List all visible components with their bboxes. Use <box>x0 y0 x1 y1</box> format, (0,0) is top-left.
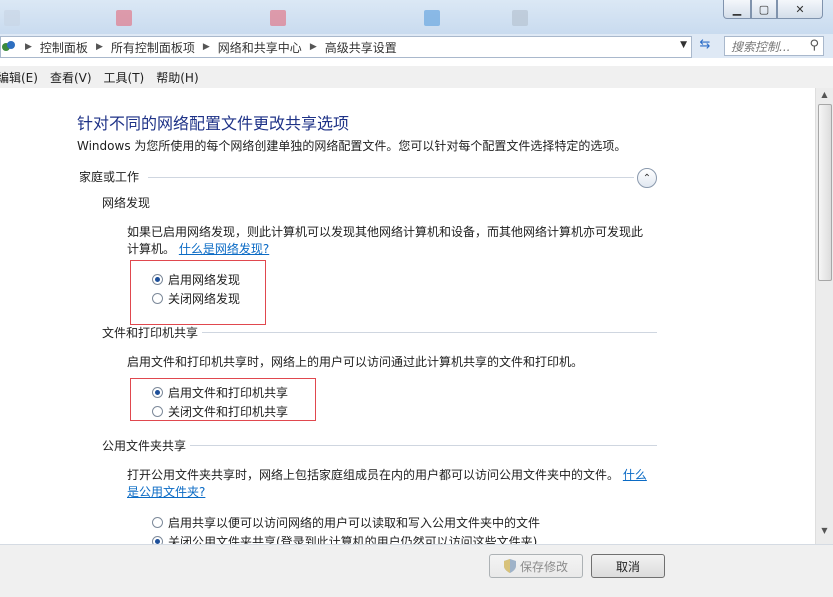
radio-button[interactable] <box>152 293 163 304</box>
chevron-right-icon: ▶ <box>95 42 103 52</box>
app-icon <box>116 10 132 26</box>
network-discovery-text-line1: 如果已启用网络发现，则此计算机可以发现其他网络计算机和设备，而其他网络计算机亦可… <box>127 225 644 239</box>
radio-disable-file-printer-sharing[interactable]: 关闭文件和打印机共享 <box>152 403 288 420</box>
radio-label: 关闭文件和打印机共享 <box>168 405 289 419</box>
app-icon <box>512 10 528 26</box>
radio-enable-network-discovery[interactable]: 启用网络发现 <box>152 271 240 288</box>
address-bar: ▶ 控制面板 ▶ 所有控制面板项 ▶ 网络和共享中心 ▶ 高级共享设置 ▼ ⇆ … <box>0 34 833 58</box>
app-icon <box>270 10 286 26</box>
breadcrumb-item[interactable]: 控制面板 <box>40 39 88 56</box>
scrollbar-thumb[interactable] <box>818 104 832 281</box>
app-icon <box>4 10 20 26</box>
close-button[interactable]: ✕ <box>777 0 823 19</box>
menu-edit[interactable]: 编辑(E) <box>0 69 38 86</box>
radio-button[interactable] <box>152 406 163 417</box>
settings-content: 针对不同的网络配置文件更改共享选项 Windows 为您所使用的每个网络创建单独… <box>0 88 815 544</box>
radio-button[interactable] <box>152 517 163 528</box>
refresh-button[interactable]: ⇆ <box>694 37 716 55</box>
taskbar-tab-5 <box>512 8 534 28</box>
radio-button-checked[interactable] <box>152 387 163 398</box>
section-title-public-folder-sharing: 公用文件夹共享 <box>102 439 187 453</box>
radio-label: 关闭网络发现 <box>168 292 241 306</box>
save-changes-label: 保存修改 <box>519 559 568 574</box>
network-discovery-text-line2: 计算机。 <box>127 242 176 256</box>
radio-button-checked[interactable] <box>152 274 163 285</box>
taskbar-tab-4 <box>424 8 446 28</box>
maximize-button[interactable]: ▢ <box>751 0 777 19</box>
taskbar-tab-3 <box>270 8 292 28</box>
taskbar-tab-1 <box>4 8 26 28</box>
breadcrumb-item[interactable]: 网络和共享中心 <box>218 39 302 56</box>
radio-label: 启用网络发现 <box>168 273 241 287</box>
app-icon <box>424 10 440 26</box>
breadcrumb-item[interactable]: 所有控制面板项 <box>111 39 195 56</box>
breadcrumb-item[interactable]: 高级共享设置 <box>325 39 397 56</box>
chevron-right-icon: ▶ <box>25 42 32 52</box>
cancel-button[interactable]: 取消 <box>591 554 665 578</box>
network-discovery-text: 如果已启用网络发现，则此计算机可以发现其他网络计算机和设备，而其他网络计算机亦可… <box>127 224 643 258</box>
public-folder-text-line1: 打开公用文件夹共享时，网络上包括家庭组成员在内的用户都可以访问公用文件夹中的文件… <box>127 468 620 482</box>
page-description: Windows 为您所使用的每个网络创建单独的网络配置文件。您可以针对每个配置文… <box>77 139 627 153</box>
section-title-network-discovery: 网络发现 <box>102 196 151 210</box>
collapse-button[interactable]: ⌃ <box>637 168 657 188</box>
vertical-scrollbar[interactable]: ▲ ▼ <box>815 88 833 544</box>
radio-disable-network-discovery[interactable]: 关闭网络发现 <box>152 290 240 307</box>
profile-label: 家庭或工作 <box>79 170 140 184</box>
public-folder-help-link-part2[interactable]: 是公用文件夹? <box>127 485 205 499</box>
minimize-icon: ▁ <box>732 2 742 16</box>
page-title: 针对不同的网络配置文件更改共享选项 <box>77 114 350 133</box>
window-controls: ▁ ▢ ✕ <box>723 0 823 19</box>
menu-bar: 编辑(E) 查看(V) 工具(T) 帮助(H) <box>0 66 833 89</box>
save-changes-button[interactable]: 保存修改 <box>489 554 583 578</box>
file-printer-sharing-text: 启用文件和打印机共享时，网络上的用户可以访问通过此计算机共享的文件和打印机。 <box>127 355 584 369</box>
shield-icon <box>503 559 516 573</box>
footer-bar: 保存修改 取消 <box>0 544 833 597</box>
chevron-down-icon[interactable]: ▼ <box>680 40 687 50</box>
menu-tools[interactable]: 工具(T) <box>104 69 145 86</box>
section-title-file-printer-sharing: 文件和打印机共享 <box>102 326 199 340</box>
menu-help[interactable]: 帮助(H) <box>156 69 198 86</box>
divider <box>190 445 657 446</box>
chevron-right-icon: ▶ <box>309 42 317 52</box>
chevron-up-icon: ⌃ <box>642 172 652 184</box>
divider <box>148 177 634 178</box>
scroll-down-icon[interactable]: ▼ <box>816 526 833 542</box>
radio-enable-file-printer-sharing[interactable]: 启用文件和打印机共享 <box>152 384 288 401</box>
maximize-icon: ▢ <box>758 2 770 16</box>
control-panel-icon <box>2 41 15 51</box>
close-icon: ✕ <box>795 2 805 16</box>
network-discovery-help-link[interactable]: 什么是网络发现? <box>179 242 269 256</box>
breadcrumb[interactable]: ▶ 控制面板 ▶ 所有控制面板项 ▶ 网络和共享中心 ▶ 高级共享设置 ▼ <box>0 36 692 58</box>
radio-label: 启用文件和打印机共享 <box>168 386 289 400</box>
divider <box>202 332 657 333</box>
radio-enable-public-folder-sharing[interactable]: 启用共享以便可以访问网络的用户可以读取和写入公用文件夹中的文件 <box>152 514 540 531</box>
public-folder-help-link-part1[interactable]: 什么 <box>623 468 647 482</box>
radio-label: 启用共享以便可以访问网络的用户可以读取和写入公用文件夹中的文件 <box>168 516 541 530</box>
window-title-bar: ▁ ▢ ✕ <box>0 0 833 34</box>
taskbar-tab-2 <box>116 8 138 28</box>
menu-view[interactable]: 查看(V) <box>50 69 92 86</box>
search-placeholder: 搜索控制... <box>731 39 791 54</box>
chevron-right-icon: ▶ <box>202 42 210 52</box>
radio-label: 关闭公用文件夹共享(登录到此计算机的用户仍然可以访问这些文件夹) <box>168 535 538 544</box>
search-input[interactable]: 搜索控制... ⚲ <box>724 36 824 56</box>
minimize-button[interactable]: ▁ <box>723 0 751 19</box>
refresh-icon: ⇆ <box>699 37 711 52</box>
public-folder-sharing-text: 打开公用文件夹共享时，网络上包括家庭组成员在内的用户都可以访问公用文件夹中的文件… <box>127 467 647 501</box>
search-icon: ⚲ <box>809 38 819 53</box>
cancel-label: 取消 <box>615 559 640 574</box>
radio-button-checked[interactable] <box>152 536 163 544</box>
radio-disable-public-folder-sharing[interactable]: 关闭公用文件夹共享(登录到此计算机的用户仍然可以访问这些文件夹) <box>152 533 537 544</box>
